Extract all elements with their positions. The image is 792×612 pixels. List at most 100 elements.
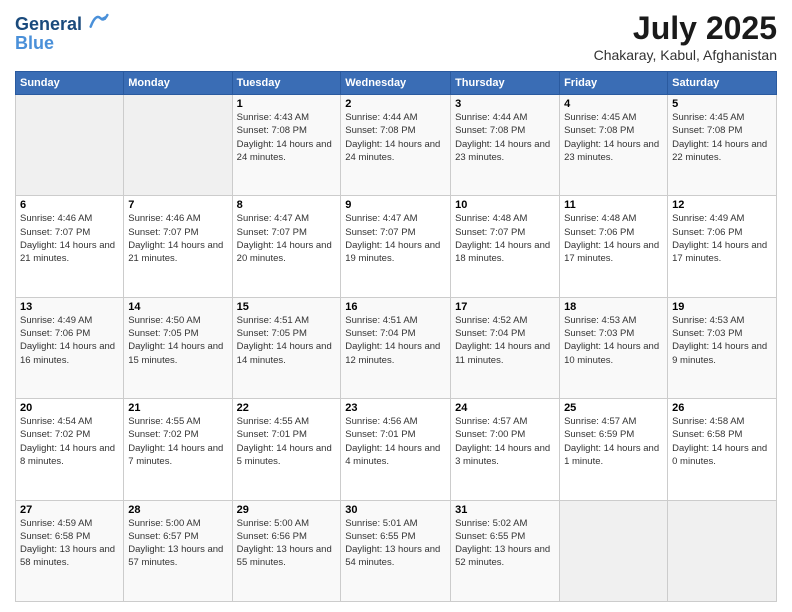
daylight-text: Daylight: 14 hours and 4 minutes. [345,442,446,469]
day-info: Sunrise: 4:43 AMSunset: 7:08 PMDaylight:… [237,111,337,164]
day-number: 14 [128,301,227,313]
sunrise-text: Sunrise: 4:44 AM [345,111,446,124]
day-number: 22 [237,402,337,414]
page: General Blue July 2025 Chakaray, Kabul, … [0,0,792,612]
daylight-text: Daylight: 14 hours and 24 minutes. [345,138,446,165]
sunrise-text: Sunrise: 5:00 AM [128,517,227,530]
sunrise-text: Sunrise: 4:48 AM [564,212,663,225]
main-title: July 2025 [594,10,777,47]
sunrise-text: Sunrise: 4:51 AM [345,314,446,327]
daylight-text: Daylight: 14 hours and 21 minutes. [20,239,119,266]
calendar-week-3: 13Sunrise: 4:49 AMSunset: 7:06 PMDayligh… [16,297,777,398]
sunset-text: Sunset: 7:08 PM [237,124,337,137]
calendar-cell: 11Sunrise: 4:48 AMSunset: 7:06 PMDayligh… [560,196,668,297]
calendar-week-1: 1Sunrise: 4:43 AMSunset: 7:08 PMDaylight… [16,95,777,196]
day-number: 30 [345,504,446,516]
calendar-cell: 15Sunrise: 4:51 AMSunset: 7:05 PMDayligh… [232,297,341,398]
day-number: 20 [20,402,119,414]
calendar-cell: 7Sunrise: 4:46 AMSunset: 7:07 PMDaylight… [124,196,232,297]
calendar-header-sunday: Sunday [16,72,124,95]
day-number: 19 [672,301,772,313]
calendar-week-4: 20Sunrise: 4:54 AMSunset: 7:02 PMDayligh… [16,399,777,500]
day-info: Sunrise: 5:02 AMSunset: 6:55 PMDaylight:… [455,517,555,570]
day-info: Sunrise: 4:56 AMSunset: 7:01 PMDaylight:… [345,415,446,468]
calendar-cell: 19Sunrise: 4:53 AMSunset: 7:03 PMDayligh… [668,297,777,398]
day-number: 7 [128,199,227,211]
calendar-header-monday: Monday [124,72,232,95]
daylight-text: Daylight: 14 hours and 1 minute. [564,442,663,469]
daylight-text: Daylight: 14 hours and 23 minutes. [564,138,663,165]
sunset-text: Sunset: 6:55 PM [345,530,446,543]
calendar-cell: 13Sunrise: 4:49 AMSunset: 7:06 PMDayligh… [16,297,124,398]
sunrise-text: Sunrise: 4:57 AM [455,415,555,428]
sunset-text: Sunset: 7:03 PM [564,327,663,340]
calendar-cell [560,500,668,601]
day-info: Sunrise: 4:48 AMSunset: 7:06 PMDaylight:… [564,212,663,265]
daylight-text: Daylight: 14 hours and 22 minutes. [672,138,772,165]
daylight-text: Daylight: 14 hours and 18 minutes. [455,239,555,266]
day-info: Sunrise: 4:51 AMSunset: 7:04 PMDaylight:… [345,314,446,367]
sunset-text: Sunset: 7:08 PM [672,124,772,137]
sunrise-text: Sunrise: 5:02 AM [455,517,555,530]
calendar-cell: 3Sunrise: 4:44 AMSunset: 7:08 PMDaylight… [451,95,560,196]
sunrise-text: Sunrise: 4:55 AM [237,415,337,428]
day-number: 12 [672,199,772,211]
day-info: Sunrise: 4:44 AMSunset: 7:08 PMDaylight:… [345,111,446,164]
day-number: 29 [237,504,337,516]
calendar-table: SundayMondayTuesdayWednesdayThursdayFrid… [15,71,777,602]
calendar-cell: 20Sunrise: 4:54 AMSunset: 7:02 PMDayligh… [16,399,124,500]
day-number: 23 [345,402,446,414]
daylight-text: Daylight: 14 hours and 0 minutes. [672,442,772,469]
day-number: 26 [672,402,772,414]
calendar-cell: 4Sunrise: 4:45 AMSunset: 7:08 PMDaylight… [560,95,668,196]
calendar-cell: 5Sunrise: 4:45 AMSunset: 7:08 PMDaylight… [668,95,777,196]
calendar-header-friday: Friday [560,72,668,95]
sunset-text: Sunset: 7:02 PM [128,428,227,441]
sunrise-text: Sunrise: 4:49 AM [20,314,119,327]
calendar-cell [16,95,124,196]
sunset-text: Sunset: 6:57 PM [128,530,227,543]
day-number: 18 [564,301,663,313]
calendar-week-2: 6Sunrise: 4:46 AMSunset: 7:07 PMDaylight… [16,196,777,297]
calendar-cell: 2Sunrise: 4:44 AMSunset: 7:08 PMDaylight… [341,95,451,196]
day-info: Sunrise: 4:46 AMSunset: 7:07 PMDaylight:… [20,212,119,265]
day-info: Sunrise: 4:44 AMSunset: 7:08 PMDaylight:… [455,111,555,164]
daylight-text: Daylight: 14 hours and 19 minutes. [345,239,446,266]
day-number: 16 [345,301,446,313]
day-number: 9 [345,199,446,211]
day-info: Sunrise: 5:01 AMSunset: 6:55 PMDaylight:… [345,517,446,570]
day-number: 2 [345,98,446,110]
sunrise-text: Sunrise: 4:48 AM [455,212,555,225]
calendar-cell: 6Sunrise: 4:46 AMSunset: 7:07 PMDaylight… [16,196,124,297]
sunset-text: Sunset: 7:04 PM [455,327,555,340]
day-number: 17 [455,301,555,313]
header: General Blue July 2025 Chakaray, Kabul, … [15,10,777,63]
sunset-text: Sunset: 6:55 PM [455,530,555,543]
daylight-text: Daylight: 14 hours and 17 minutes. [672,239,772,266]
sunrise-text: Sunrise: 4:52 AM [455,314,555,327]
calendar-cell: 24Sunrise: 4:57 AMSunset: 7:00 PMDayligh… [451,399,560,500]
day-info: Sunrise: 5:00 AMSunset: 6:57 PMDaylight:… [128,517,227,570]
sunset-text: Sunset: 7:07 PM [128,226,227,239]
calendar-week-5: 27Sunrise: 4:59 AMSunset: 6:58 PMDayligh… [16,500,777,601]
calendar-cell: 1Sunrise: 4:43 AMSunset: 7:08 PMDaylight… [232,95,341,196]
sunset-text: Sunset: 7:08 PM [345,124,446,137]
daylight-text: Daylight: 14 hours and 10 minutes. [564,340,663,367]
logo-icon [89,10,109,30]
day-number: 11 [564,199,663,211]
sunrise-text: Sunrise: 5:01 AM [345,517,446,530]
day-info: Sunrise: 4:57 AMSunset: 6:59 PMDaylight:… [564,415,663,468]
calendar-cell: 28Sunrise: 5:00 AMSunset: 6:57 PMDayligh… [124,500,232,601]
day-number: 25 [564,402,663,414]
daylight-text: Daylight: 13 hours and 57 minutes. [128,543,227,570]
sunrise-text: Sunrise: 4:49 AM [672,212,772,225]
sunrise-text: Sunrise: 4:50 AM [128,314,227,327]
sunset-text: Sunset: 7:01 PM [237,428,337,441]
sunrise-text: Sunrise: 4:45 AM [672,111,772,124]
daylight-text: Daylight: 14 hours and 5 minutes. [237,442,337,469]
calendar-cell: 17Sunrise: 4:52 AMSunset: 7:04 PMDayligh… [451,297,560,398]
day-number: 28 [128,504,227,516]
day-number: 21 [128,402,227,414]
subtitle: Chakaray, Kabul, Afghanistan [594,47,777,63]
calendar-cell: 22Sunrise: 4:55 AMSunset: 7:01 PMDayligh… [232,399,341,500]
